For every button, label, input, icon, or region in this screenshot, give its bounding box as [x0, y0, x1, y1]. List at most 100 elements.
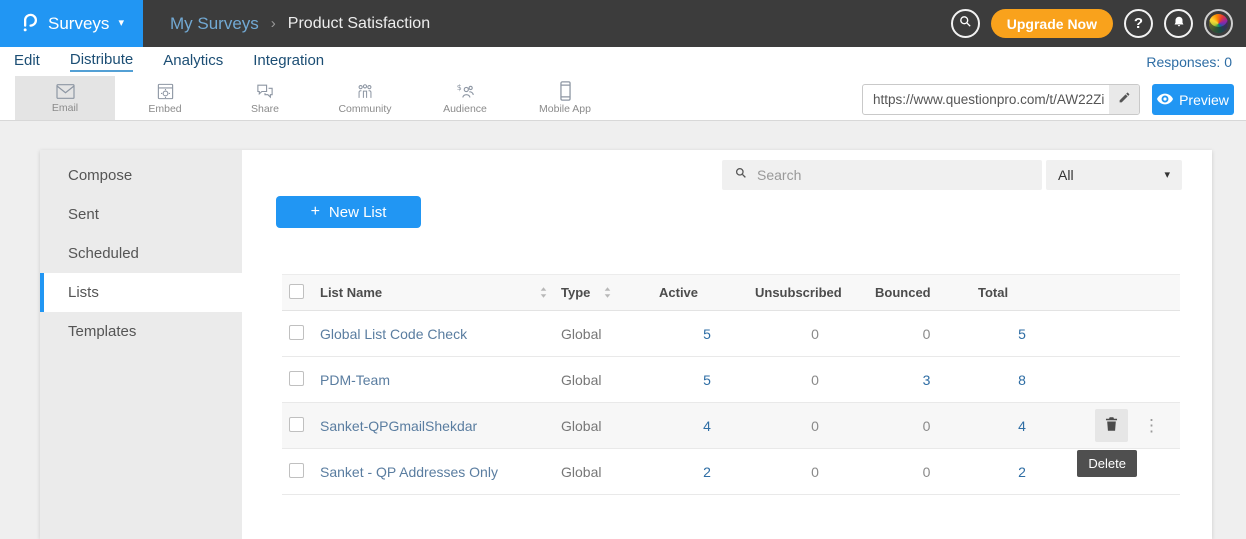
- sidebar-item-scheduled[interactable]: Scheduled: [40, 234, 242, 273]
- row-checkbox[interactable]: [289, 463, 304, 478]
- column-header-bounced: Bounced: [875, 285, 978, 300]
- toolbar-item-embed[interactable]: Embed: [115, 76, 215, 120]
- toolbar-item-community[interactable]: Community: [315, 76, 415, 120]
- lists-main-area: All ▾ + New List List Name Type Active U…: [242, 150, 1212, 539]
- row-checkbox[interactable]: [289, 417, 304, 432]
- community-icon: [355, 82, 375, 101]
- avatar: [1209, 14, 1228, 33]
- delete-tooltip: Delete: [1077, 450, 1137, 477]
- row-checkbox[interactable]: [289, 325, 304, 340]
- tab-integration[interactable]: Integration: [253, 52, 324, 71]
- unsubscribed-count[interactable]: 0: [755, 326, 875, 342]
- preview-label: Preview: [1179, 92, 1229, 108]
- table-row: Global List Code Check Global 5 0 0 5: [282, 311, 1180, 357]
- toolbar-label: Email: [52, 102, 78, 114]
- sort-icon[interactable]: [604, 287, 611, 298]
- embed-icon: [156, 82, 175, 101]
- mobile-app-icon: [559, 81, 572, 101]
- column-header-list-name[interactable]: List Name: [320, 285, 382, 300]
- survey-tab-bar: Edit Distribute Analytics Integration Re…: [0, 47, 1246, 76]
- product-name: Surveys: [48, 14, 109, 34]
- new-list-button[interactable]: + New List: [276, 196, 421, 228]
- sidebar-item-templates[interactable]: Templates: [40, 312, 242, 351]
- list-name-link[interactable]: Global List Code Check: [320, 326, 467, 342]
- toolbar-item-share[interactable]: Share: [215, 76, 315, 120]
- total-count[interactable]: 2: [978, 464, 1066, 480]
- tab-edit[interactable]: Edit: [14, 52, 40, 71]
- table-header-row: List Name Type Active Unsubscribed Bounc…: [282, 274, 1180, 311]
- unsubscribed-count[interactable]: 0: [755, 372, 875, 388]
- edit-url-button[interactable]: [1109, 85, 1139, 114]
- list-search-input[interactable]: [757, 167, 1030, 183]
- list-name-link[interactable]: PDM-Team: [320, 372, 390, 388]
- bounced-count[interactable]: 0: [875, 464, 978, 480]
- account-menu-button[interactable]: [1204, 9, 1233, 38]
- topbar-actions: Upgrade Now ?: [951, 9, 1233, 38]
- list-name-link[interactable]: Sanket-QPGmailShekdar: [320, 418, 477, 434]
- active-count[interactable]: 2: [659, 464, 755, 480]
- lists-table: List Name Type Active Unsubscribed Bounc…: [282, 274, 1180, 495]
- eye-icon: [1157, 92, 1173, 108]
- breadcrumb-my-surveys[interactable]: My Surveys: [170, 14, 259, 34]
- list-type: Global: [561, 418, 659, 434]
- questionpro-logo-icon: [19, 9, 39, 38]
- bounced-count[interactable]: 0: [875, 418, 978, 434]
- total-count[interactable]: 4: [978, 418, 1066, 434]
- select-all-checkbox[interactable]: [289, 284, 304, 299]
- active-count[interactable]: 5: [659, 372, 755, 388]
- bounced-count[interactable]: 0: [875, 326, 978, 342]
- row-more-menu-icon[interactable]: ⋮: [1143, 417, 1160, 434]
- table-row: Sanket - QP Addresses Only Global 2 0 0 …: [282, 449, 1180, 495]
- toolbar-item-mobile-app[interactable]: Mobile App: [515, 76, 615, 120]
- delete-list-button[interactable]: [1095, 409, 1128, 442]
- list-search-box: [722, 160, 1042, 190]
- total-count[interactable]: 8: [978, 372, 1066, 388]
- svg-text:$: $: [456, 82, 461, 91]
- top-bar: Surveys ▾ My Surveys › Product Satisfact…: [0, 0, 1246, 47]
- email-sidebar: Compose Sent Scheduled Lists Templates: [40, 150, 242, 539]
- sidebar-item-lists[interactable]: Lists: [40, 273, 242, 312]
- row-checkbox[interactable]: [289, 371, 304, 386]
- survey-url-field: [862, 84, 1140, 115]
- list-type: Global: [561, 372, 659, 388]
- sort-icon[interactable]: [540, 287, 547, 298]
- active-count[interactable]: 4: [659, 418, 755, 434]
- list-name-link[interactable]: Sanket - QP Addresses Only: [320, 464, 498, 480]
- breadcrumb-separator: ›: [271, 15, 276, 32]
- preview-button[interactable]: Preview: [1152, 84, 1234, 115]
- sidebar-item-compose[interactable]: Compose: [40, 156, 242, 195]
- chevron-down-icon: ▾: [1164, 170, 1170, 181]
- sidebar-item-sent[interactable]: Sent: [40, 195, 242, 234]
- toolbar-label: Share: [251, 103, 279, 115]
- toolbar-item-audience[interactable]: $ Audience: [415, 76, 515, 120]
- toolbar-item-email[interactable]: Email: [15, 76, 115, 120]
- bounced-count[interactable]: 3: [875, 372, 978, 388]
- list-type: Global: [561, 464, 659, 480]
- notifications-button[interactable]: [1164, 9, 1193, 38]
- product-switcher[interactable]: Surveys ▾: [0, 0, 143, 47]
- help-button[interactable]: ?: [1124, 9, 1153, 38]
- toolbar-label: Audience: [443, 103, 487, 115]
- upgrade-now-button[interactable]: Upgrade Now: [991, 9, 1113, 38]
- breadcrumb-current-survey: Product Satisfaction: [288, 15, 430, 33]
- responses-count[interactable]: Responses: 0: [1146, 54, 1232, 70]
- toolbar-label: Embed: [148, 103, 181, 115]
- filter-selected-value: All: [1058, 167, 1074, 183]
- plus-icon: +: [311, 203, 320, 221]
- search-button[interactable]: [951, 9, 980, 38]
- tab-distribute[interactable]: Distribute: [70, 51, 133, 72]
- active-count[interactable]: 5: [659, 326, 755, 342]
- unsubscribed-count[interactable]: 0: [755, 464, 875, 480]
- list-filter-dropdown[interactable]: All ▾: [1046, 160, 1182, 190]
- survey-url-input[interactable]: [863, 92, 1109, 107]
- unsubscribed-count[interactable]: 0: [755, 418, 875, 434]
- audience-icon: $: [455, 82, 476, 101]
- tab-analytics[interactable]: Analytics: [163, 52, 223, 71]
- total-count[interactable]: 5: [978, 326, 1066, 342]
- toolbar-label: Community: [338, 103, 391, 115]
- column-header-type[interactable]: Type: [561, 285, 590, 300]
- pencil-icon: [1118, 91, 1131, 109]
- column-header-unsubscribed: Unsubscribed: [755, 285, 875, 300]
- table-row: PDM-Team Global 5 0 3 8: [282, 357, 1180, 403]
- breadcrumb: My Surveys › Product Satisfaction: [170, 14, 430, 34]
